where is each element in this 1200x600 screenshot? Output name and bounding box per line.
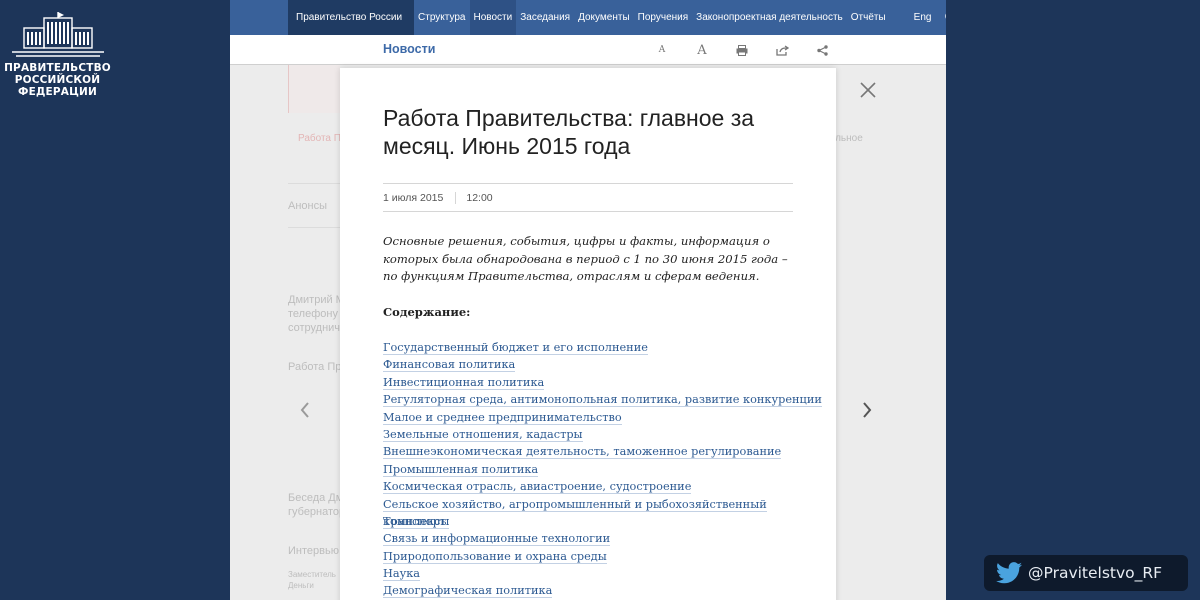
toc-link[interactable]: Промышленная политика <box>383 462 539 477</box>
ghost-text: Беседа Дм <box>288 492 344 504</box>
ghost-text: Дмитрий М <box>288 294 345 306</box>
toc-heading: Содержание: <box>383 305 471 319</box>
print-icon <box>736 44 748 56</box>
toc-link[interactable]: Земельные отношения, кадастры <box>383 427 583 442</box>
section-title[interactable]: Новости <box>383 42 435 56</box>
nav-brand-link[interactable]: Правительство России <box>288 0 415 35</box>
font-smaller-icon: A <box>658 45 666 55</box>
nav-item-structure[interactable]: Структура <box>414 0 469 35</box>
toc-item[interactable]: Природопользование и охрана среды <box>383 548 836 565</box>
twitter-bird-icon <box>996 562 1022 584</box>
ghost-tab-announce: Анонсы <box>288 200 328 212</box>
article-lead: Основные решения, события, цифры и факты… <box>383 234 788 283</box>
toc-item[interactable]: Наука <box>383 565 836 582</box>
share-out-icon <box>775 44 789 56</box>
article-time: 12:00 <box>466 191 493 204</box>
toc-link[interactable]: Финансовая политика <box>383 358 516 373</box>
toc-link[interactable]: Космическая отрасль, авиастроение, судос… <box>383 480 692 495</box>
chevron-left-icon <box>300 402 309 418</box>
nav-item-orders[interactable]: Поручения <box>634 0 693 35</box>
article-meta: 1 июля 2015 12:00 <box>383 183 793 212</box>
ghost-text: Работа Пр <box>288 361 342 373</box>
toc-link[interactable]: Природопользование и охрана среды <box>383 549 607 564</box>
toc-item[interactable]: Государственный бюджет и его исполнение <box>383 339 836 356</box>
share-icon <box>816 44 828 56</box>
news-modal: Работа Правительства: главное за месяц. … <box>340 68 836 600</box>
toc-link[interactable]: Регуляторная среда, антимонопольная поли… <box>383 393 822 408</box>
ghost-text: телефону с <box>288 308 347 320</box>
ghost-divider <box>288 183 348 184</box>
toc-link[interactable]: Демографическая политика <box>383 584 553 599</box>
ghost-text: Деньги <box>288 581 314 590</box>
ghost-text: Заместитель <box>288 570 336 579</box>
toc-link[interactable]: Инвестиционная политика <box>383 375 545 390</box>
toc-item[interactable]: Сельское хозяйство, агропромышленный и р… <box>383 496 836 529</box>
nav-item-documents[interactable]: Документы <box>574 0 634 35</box>
font-larger-button[interactable]: A <box>682 35 722 65</box>
twitter-badge[interactable]: @Pravitelstvo_RF <box>984 555 1188 591</box>
toc-item[interactable]: Инвестиционная политика <box>383 374 836 391</box>
top-navigation: Правительство России Структура Новости З… <box>230 0 946 35</box>
nav-item-meetings[interactable]: Заседания <box>516 0 574 35</box>
toc-item[interactable]: Космическая отрасль, авиастроение, судос… <box>383 478 836 495</box>
close-icon <box>860 82 876 98</box>
ghost-map-image <box>288 65 340 113</box>
nav-item-legislation[interactable]: Законопроектная деятельность <box>692 0 847 35</box>
nav-item-reports[interactable]: Отчёты <box>847 0 890 35</box>
carousel-prev-button[interactable] <box>300 402 310 423</box>
toc-item[interactable]: Малое и среднее предпринимательство <box>383 409 836 426</box>
toc-item[interactable]: Регуляторная среда, антимонопольная поли… <box>383 391 836 408</box>
article-date: 1 июля 2015 <box>383 191 457 204</box>
toc-item[interactable]: Финансовая политика <box>383 356 836 373</box>
nav-item-news[interactable]: Новости <box>469 0 517 35</box>
toc-item[interactable]: Транспорт <box>383 513 836 530</box>
government-logo[interactable]: ПРАВИТЕЛЬСТВО РОССИЙСКОЙ ФЕДЕРАЦИИ <box>0 0 115 110</box>
government-building-icon <box>11 12 104 57</box>
toc-link[interactable]: Внешнеэкономическая деятельность, таможе… <box>383 445 782 460</box>
toc-link[interactable]: Наука <box>383 567 421 582</box>
toc-item[interactable]: Связь и информационные технологии <box>383 530 836 547</box>
share-out-button[interactable] <box>762 35 802 65</box>
language-switch-link[interactable]: Eng <box>908 0 938 35</box>
toc-link[interactable]: Транспорт <box>383 514 447 529</box>
ghost-text: сотрудниче <box>288 322 347 334</box>
section-toolbar: Новости A A <box>230 35 946 65</box>
toc-item[interactable]: Земельные отношения, кадастры <box>383 426 836 443</box>
toc-item[interactable]: Внешнеэкономическая деятельность, таможе… <box>383 443 836 460</box>
chevron-right-icon <box>863 402 872 418</box>
toc-link[interactable]: Малое и среднее предпринимательство <box>383 410 622 425</box>
toc-item[interactable]: Промышленная политика <box>383 461 836 478</box>
toc-link[interactable]: Государственный бюджет и его исполнение <box>383 341 648 355</box>
carousel-next-button[interactable] <box>862 402 872 423</box>
toc-list: Государственный бюджет и его исполнение … <box>383 339 836 600</box>
search-icon <box>945 14 946 18</box>
share-button[interactable] <box>802 35 842 65</box>
search-button[interactable] <box>945 0 946 35</box>
font-larger-icon: A <box>697 42 707 58</box>
print-button[interactable] <box>722 35 762 65</box>
ghost-divider <box>288 227 340 228</box>
ghost-text: губернатор <box>288 506 346 518</box>
site-frame: Правительство России Структура Новости З… <box>230 0 946 600</box>
article-title: Работа Правительства: главное за месяц. … <box>383 105 755 159</box>
modal-close-button[interactable] <box>858 80 878 100</box>
twitter-handle: @Pravitelstvo_RF <box>1028 564 1163 582</box>
toolbar-tools: A A <box>642 35 842 65</box>
toc-item[interactable]: Демографическая политика <box>383 582 836 599</box>
font-smaller-button[interactable]: A <box>642 35 682 65</box>
logo-text: ПРАВИТЕЛЬСТВО РОССИЙСКОЙ ФЕДЕРАЦИИ <box>4 62 111 98</box>
toc-link[interactable]: Связь и информационные технологии <box>383 532 611 547</box>
